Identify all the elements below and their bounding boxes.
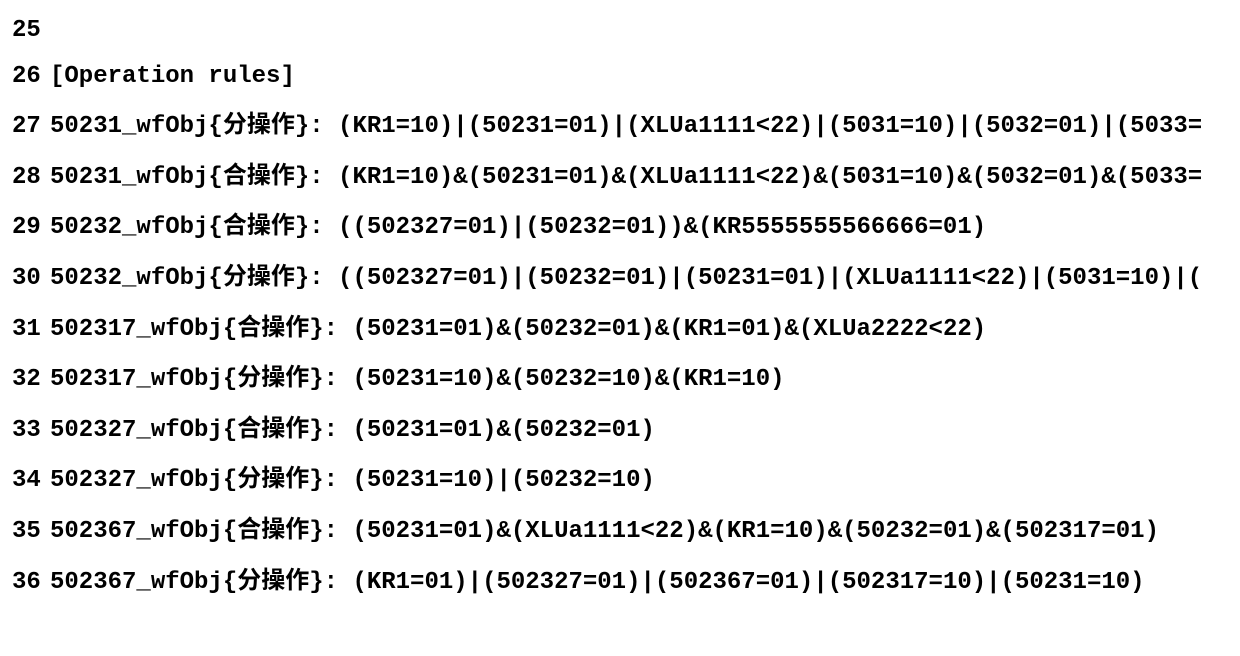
- line-content: 502327_wfObj{分操作}: (50231=10)|(50232=10): [50, 453, 1228, 504]
- line-content: 502327_wfObj{合操作}: (50231=01)&(50232=01): [50, 403, 1228, 454]
- line-number: 26: [12, 54, 50, 100]
- code-line: 34 502327_wfObj{分操作}: (50231=10)|(50232=…: [12, 453, 1228, 504]
- line-number: 34: [12, 458, 50, 504]
- line-number: 31: [12, 307, 50, 353]
- line-number: 33: [12, 408, 50, 454]
- line-number: 27: [12, 104, 50, 150]
- line-content: 50231_wfObj{合操作}: (KR1=10)&(50231=01)&(X…: [50, 150, 1228, 201]
- line-number: 25: [12, 8, 50, 54]
- line-content: 502367_wfObj{合操作}: (50231=01)&(XLUa1111<…: [50, 504, 1228, 555]
- code-line: 27 50231_wfObj{分操作}: (KR1=10)|(50231=01)…: [12, 99, 1228, 150]
- line-number: 35: [12, 509, 50, 555]
- line-content: 50232_wfObj{分操作}: ((502327=01)|(50232=01…: [50, 251, 1228, 302]
- line-number: 28: [12, 155, 50, 201]
- line-content: 502367_wfObj{分操作}: (KR1=01)|(502327=01)|…: [50, 555, 1228, 606]
- line-content: 50232_wfObj{合操作}: ((502327=01)|(50232=01…: [50, 200, 1228, 251]
- line-content: 502317_wfObj{分操作}: (50231=10)&(50232=10)…: [50, 352, 1228, 403]
- line-number: 32: [12, 357, 50, 403]
- code-line: 36 502367_wfObj{分操作}: (KR1=01)|(502327=0…: [12, 555, 1228, 606]
- line-content: 502317_wfObj{合操作}: (50231=01)&(50232=01)…: [50, 302, 1228, 353]
- line-number: 29: [12, 205, 50, 251]
- code-line: 25: [12, 8, 1228, 54]
- line-number: 36: [12, 560, 50, 606]
- code-line: 33 502327_wfObj{合操作}: (50231=01)&(50232=…: [12, 403, 1228, 454]
- code-line: 26 [Operation rules]: [12, 54, 1228, 100]
- code-line: 35 502367_wfObj{合操作}: (50231=01)&(XLUa11…: [12, 504, 1228, 555]
- line-content: [Operation rules]: [50, 54, 1228, 100]
- code-line: 31 502317_wfObj{合操作}: (50231=01)&(50232=…: [12, 302, 1228, 353]
- code-line: 32 502317_wfObj{分操作}: (50231=10)&(50232=…: [12, 352, 1228, 403]
- code-line: 30 50232_wfObj{分操作}: ((502327=01)|(50232…: [12, 251, 1228, 302]
- line-number: 30: [12, 256, 50, 302]
- code-line: 28 50231_wfObj{合操作}: (KR1=10)&(50231=01)…: [12, 150, 1228, 201]
- code-line: 29 50232_wfObj{合操作}: ((502327=01)|(50232…: [12, 200, 1228, 251]
- line-content: 50231_wfObj{分操作}: (KR1=10)|(50231=01)|(X…: [50, 99, 1228, 150]
